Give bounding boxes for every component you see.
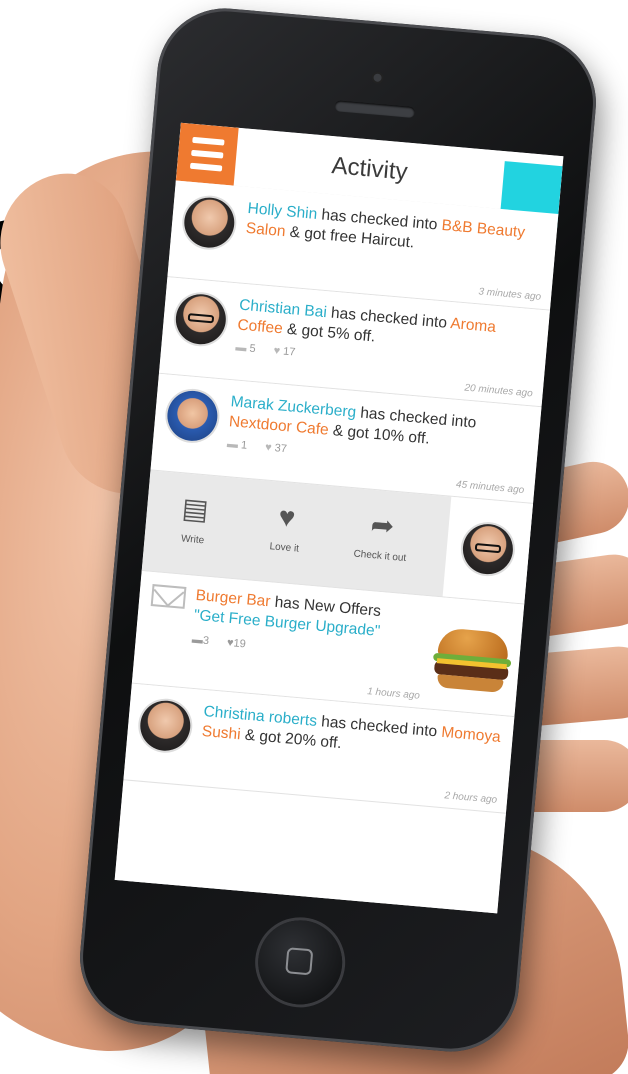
- page-title: Activity: [330, 152, 409, 186]
- menu-icon-bar: [189, 162, 223, 172]
- feed-item-stats: ▬3 ♥19: [191, 634, 246, 651]
- activity-feed: Holly Shin has checked into B&B Beauty S…: [114, 180, 559, 914]
- swiped-item-pane: [442, 496, 534, 604]
- user-name-link[interactable]: Holly Shin: [247, 200, 318, 223]
- phone-screen: Activity Holly Shin has checked into B&B…: [114, 122, 564, 914]
- glasses-detail: [474, 543, 502, 554]
- timestamp: 20 minutes ago: [463, 382, 534, 400]
- reward-text: & got 5% off.: [286, 320, 376, 346]
- comment-count: 3: [202, 634, 210, 648]
- feed-item-stats: ▬ 1 ♥ 37: [227, 438, 288, 455]
- love-it-button[interactable]: ♥ Love it: [244, 497, 328, 557]
- place-link[interactable]: Burger Bar: [195, 587, 271, 610]
- write-button[interactable]: ▤ Write: [152, 489, 236, 549]
- menu-icon: [192, 136, 225, 146]
- like-count: 19: [232, 637, 247, 651]
- avatar[interactable]: [182, 195, 237, 250]
- timestamp: 3 minutes ago: [477, 286, 542, 303]
- burger-image[interactable]: [429, 627, 516, 696]
- comment-icon: ▬: [226, 438, 239, 451]
- comment-count: 5: [248, 342, 257, 356]
- comment-icon: ▬: [235, 341, 248, 355]
- check-it-out-button[interactable]: ➦ Check it out: [340, 505, 424, 565]
- comment-count: 1: [240, 439, 248, 452]
- heart-icon: ♥: [277, 500, 297, 534]
- comment-icon: ▤: [180, 492, 210, 526]
- front-camera: [373, 73, 382, 83]
- avatar[interactable]: [138, 698, 193, 753]
- feed-item-stats: ▬ 5 ♥ 17: [235, 341, 296, 358]
- timestamp: 2 hours ago: [443, 790, 498, 806]
- avatar[interactable]: [165, 388, 220, 443]
- glasses-detail: [187, 313, 215, 324]
- check-it-out-label: Check it out: [353, 548, 407, 565]
- feed-item-text: Christina roberts has checked into Momoy…: [201, 702, 503, 768]
- write-label: Write: [180, 533, 205, 547]
- like-count: 37: [274, 442, 288, 456]
- earpiece-speaker: [334, 100, 416, 119]
- avatar[interactable]: [173, 292, 228, 347]
- like-count: 17: [282, 345, 296, 359]
- share-icon: ➦: [369, 508, 396, 542]
- feed-item-text: Holly Shin has checked into B&B Beauty S…: [245, 199, 547, 265]
- love-it-label: Love it: [269, 541, 300, 555]
- heart-icon: ♥: [273, 344, 281, 358]
- envelope-icon: [150, 584, 187, 609]
- home-square-icon: [285, 947, 314, 976]
- home-button[interactable]: [254, 916, 346, 1008]
- photo-stage: c Activity Holly Shin: [0, 0, 628, 1074]
- menu-button[interactable]: [175, 122, 239, 186]
- avatar[interactable]: [460, 522, 515, 577]
- menu-icon-bar: [191, 149, 224, 159]
- heart-icon: ♥: [264, 441, 273, 454]
- smartphone: Activity Holly Shin has checked into B&B…: [74, 2, 602, 1058]
- timestamp: 1 hours ago: [366, 686, 421, 702]
- timestamp: 45 minutes ago: [455, 479, 525, 497]
